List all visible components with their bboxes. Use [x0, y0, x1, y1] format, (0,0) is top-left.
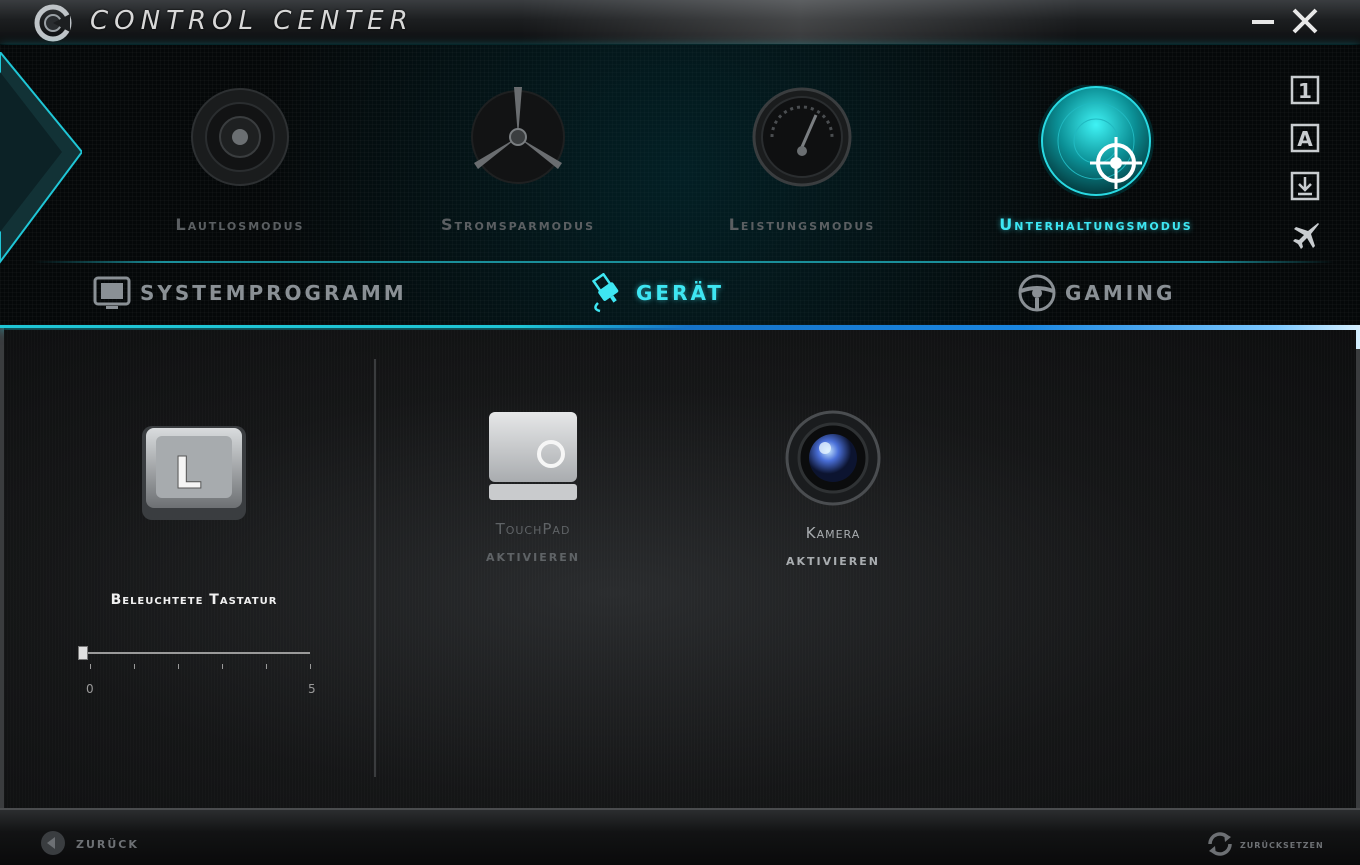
gauge-icon	[752, 87, 852, 187]
slider-tick	[310, 664, 311, 669]
monitor-icon	[93, 276, 131, 309]
usb-plug-icon	[591, 273, 619, 313]
svg-text:A: A	[1297, 127, 1313, 151]
fan-icon	[471, 87, 565, 184]
reset-button[interactable]: zurücksetzen	[1204, 828, 1324, 860]
mode-label: Leistungsmodus	[728, 215, 876, 234]
tab-label: GERÄT	[636, 281, 725, 305]
mode-leistungsmodus[interactable]: Leistungsmodus	[672, 85, 932, 234]
back-arrow-icon	[41, 831, 65, 855]
tab-label: SYSTEMPROGRAMM	[140, 281, 407, 305]
power-mode-panel: Lautlosmodus Stromsparmodus Leistungsmod…	[0, 45, 1360, 328]
device-content-area: L Beleuchtete Tastatur 0 5 TouchPad akti…	[4, 330, 1356, 808]
back-button[interactable]: zurück	[40, 830, 139, 856]
device-action: aktivieren	[486, 546, 580, 565]
reset-label: zurücksetzen	[1240, 837, 1324, 851]
mode-lautlosmodus[interactable]: Lautlosmodus	[110, 85, 370, 234]
speaker-icon	[191, 88, 289, 186]
crosshair-icon	[1038, 85, 1154, 199]
slider-thumb[interactable]	[78, 646, 88, 660]
slider-tick	[266, 664, 267, 669]
touchpad-toggle[interactable]: TouchPad aktivieren	[440, 410, 626, 565]
tab-systemprogramm[interactable]: SYSTEMPROGRAMM	[92, 273, 407, 313]
key-letter: L	[174, 448, 202, 499]
device-title: TouchPad	[495, 520, 571, 538]
slider-tick	[178, 664, 179, 669]
content-separator	[374, 359, 376, 777]
slider-tick	[134, 664, 135, 669]
download-icon[interactable]	[1290, 171, 1320, 201]
close-icon[interactable]	[1290, 6, 1320, 36]
refresh-icon	[1208, 832, 1232, 856]
touchpad-icon	[489, 412, 577, 500]
slider-track[interactable]	[80, 652, 310, 654]
title-bar: Control Center	[0, 0, 1360, 45]
slider-tick	[90, 664, 91, 669]
camera-toggle[interactable]: Kamera aktivieren	[740, 410, 926, 569]
app-title: Control Center	[90, 6, 414, 36]
camera-icon	[785, 410, 881, 506]
back-label: zurück	[76, 834, 139, 852]
quick-icon-column: 1 A	[1290, 75, 1326, 267]
slider-min-label: 0	[86, 682, 94, 696]
footer-bar: zurück zurücksetzen	[0, 808, 1360, 865]
mode-label: Stromsparmodus	[440, 215, 596, 234]
airplane-icon[interactable]	[1290, 219, 1320, 249]
tab-label: GAMING	[1065, 281, 1176, 305]
slider-tick	[222, 664, 223, 669]
device-title: Kamera	[805, 524, 861, 542]
mode-stromsparmodus[interactable]: Stromsparmodus	[388, 85, 648, 234]
keyboard-key-icon[interactable]: L	[138, 422, 250, 526]
device-action: aktivieren	[786, 550, 880, 569]
tab-gaming[interactable]: GAMING	[1017, 273, 1175, 313]
tab-geraet[interactable]: GERÄT	[588, 273, 724, 313]
keyboard-backlight-label: Beleuchtete Tastatur	[110, 592, 278, 608]
left-chevron-tab	[0, 52, 82, 264]
panel-divider	[34, 261, 1334, 263]
steering-wheel-icon	[1018, 274, 1056, 312]
letter-a-icon[interactable]: A	[1290, 123, 1320, 153]
number-one-icon[interactable]: 1	[1290, 75, 1320, 105]
mode-label: Unterhaltungsmodus	[999, 215, 1193, 234]
svg-text:1: 1	[1298, 79, 1312, 103]
mode-label: Lautlosmodus	[175, 215, 305, 234]
keyboard-brightness-slider[interactable]: 0 5	[78, 642, 316, 696]
minimize-icon[interactable]	[1249, 6, 1279, 36]
mode-unterhaltungsmodus[interactable]: Unterhaltungsmodus	[966, 85, 1226, 234]
slider-max-label: 5	[308, 682, 316, 696]
app-logo-icon	[34, 4, 72, 42]
